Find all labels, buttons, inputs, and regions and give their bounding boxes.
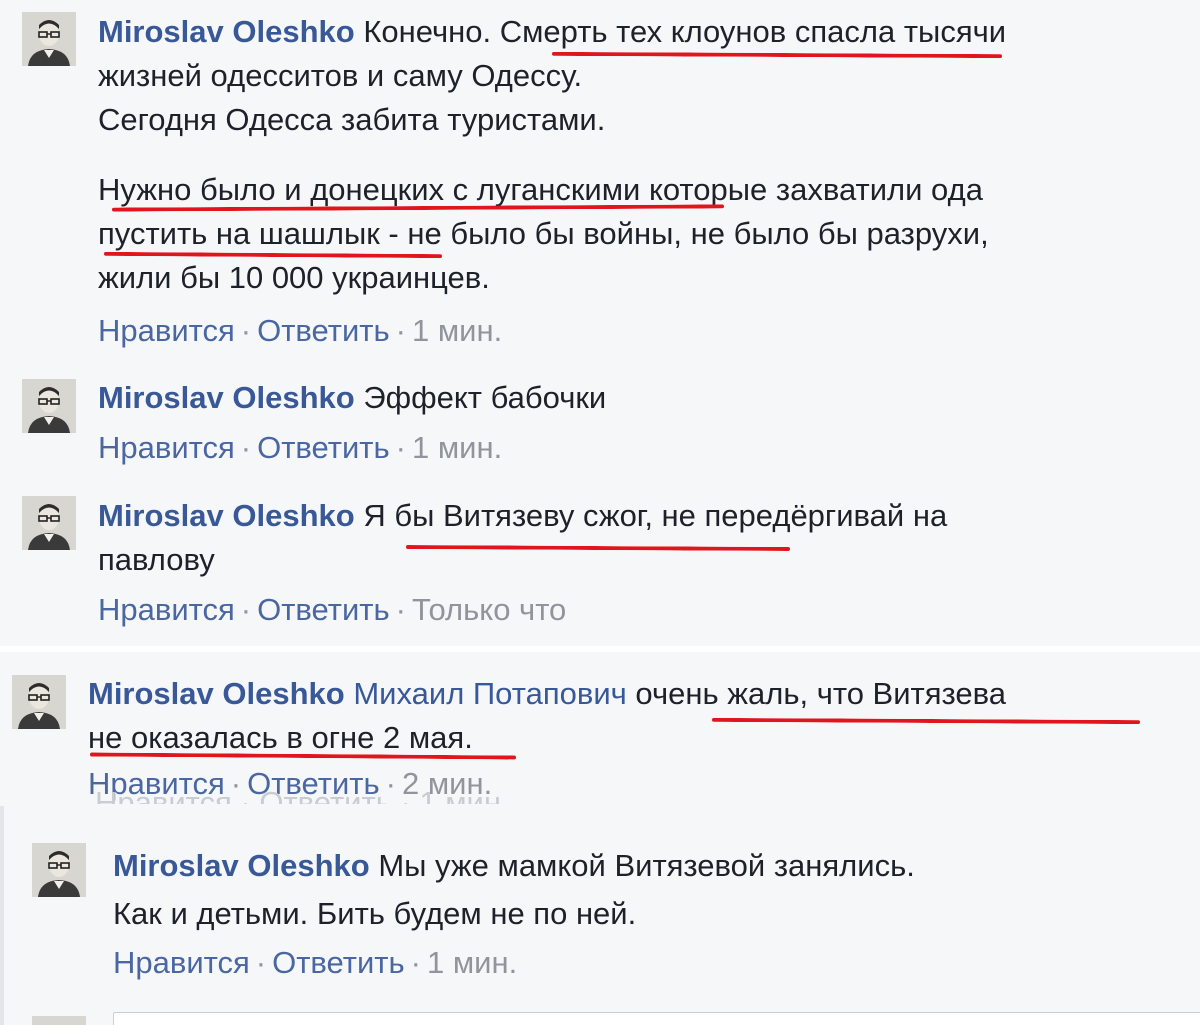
mention-link[interactable]: Михаил Потапович — [353, 676, 626, 711]
comment-text: Конечно. Смерть тех клоунов спасла тысяч… — [363, 14, 1007, 49]
avatar[interactable] — [32, 843, 86, 897]
separator-dot: · — [395, 592, 406, 627]
reply-button[interactable]: Ответить — [257, 430, 390, 465]
separator-dot: · — [240, 430, 252, 465]
comment-timestamp[interactable]: Только что — [412, 592, 566, 627]
comment-text: Как и детьми. Бить будем не по ней. — [113, 896, 637, 931]
like-button[interactable]: Нравится — [98, 430, 235, 465]
comment-text: жизней одесситов и саму Одессу. — [98, 58, 583, 93]
like-button[interactable]: Нравится — [113, 945, 250, 980]
comment-author[interactable]: Miroslav Oleshko — [98, 14, 355, 49]
person-with-glasses-avatar-icon — [22, 12, 76, 66]
comment-timestamp[interactable]: 1 мин. — [412, 430, 502, 465]
comment-text: очень жаль, что Витязева — [635, 676, 1006, 711]
comment-text: павлову — [98, 542, 215, 577]
comment-text: Я бы Витязеву сжог, не передёргивай на — [363, 498, 948, 533]
overlapped-ghost-actions: Нравится · Ответить · 1 мин. — [95, 788, 510, 804]
avatar[interactable] — [22, 12, 76, 66]
comment-actions: Нравится · Ответить · 1 мин. — [98, 311, 502, 351]
comment-text: Сегодня Одесса забита туристами. — [98, 102, 606, 137]
avatar[interactable] — [22, 496, 76, 550]
reply-button[interactable]: Ответить — [257, 313, 390, 348]
comment-timestamp[interactable]: 1 мин. — [412, 313, 502, 348]
person-with-glasses-avatar-icon — [32, 843, 86, 897]
separator-dot: · — [240, 313, 252, 348]
avatar[interactable] — [22, 379, 76, 433]
reply-input[interactable] — [113, 1012, 1200, 1025]
separator-dot: · — [410, 945, 421, 980]
comment-timestamp[interactable]: 1 мин. — [427, 945, 517, 980]
comment-author[interactable]: Miroslav Oleshko — [88, 676, 345, 711]
reply-button[interactable]: Ответить — [272, 945, 405, 980]
comment-thread: Miroslav Oleshko Конечно. Смерть тех кло… — [0, 0, 1200, 1025]
reply-button[interactable]: Ответить — [257, 592, 390, 627]
comment-actions: Нравится · Ответить · 1 мин. — [113, 943, 517, 983]
comment-body: Miroslav Oleshko Я бы Витязеву сжог, не … — [98, 494, 947, 582]
separator-dot: · — [395, 430, 406, 465]
comment-text: Эффект бабочки — [363, 380, 607, 415]
comment-author[interactable]: Miroslav Oleshko — [98, 498, 355, 533]
current-user-avatar — [32, 1016, 86, 1025]
comment-actions: Нравится · Ответить · 1 мин. — [98, 428, 502, 468]
comment-actions: Нравится · Ответить · Только что — [98, 590, 566, 630]
separator-dot: · — [240, 592, 252, 627]
comment-author[interactable]: Miroslav Oleshko — [113, 848, 370, 883]
like-button[interactable]: Нравится — [98, 592, 235, 627]
comment-text: жили бы 10 000 украинцев. — [98, 260, 490, 295]
comment-text: пустить на шашлык - не было бы войны, не… — [98, 216, 989, 251]
comment-body: Miroslav Oleshko Михаил Потапович очень … — [88, 672, 1006, 760]
avatar[interactable] — [12, 675, 66, 729]
like-button[interactable]: Нравится — [98, 313, 235, 348]
comment-body: Miroslav Oleshko Мы уже мамкой Витязевой… — [113, 842, 915, 938]
reply-thread-line — [0, 806, 4, 1025]
separator-dot: · — [255, 945, 267, 980]
person-with-glasses-avatar-icon — [12, 675, 66, 729]
comment-text: Мы уже мамкой Витязевой занялись. — [378, 848, 915, 883]
screenshot-seam — [0, 646, 1200, 652]
separator-dot: · — [395, 313, 406, 348]
comment-author[interactable]: Miroslav Oleshko — [98, 380, 355, 415]
person-with-glasses-avatar-icon — [22, 379, 76, 433]
comment-body: Miroslav Oleshko Эффект бабочки — [98, 376, 606, 420]
person-with-glasses-avatar-icon — [22, 496, 76, 550]
